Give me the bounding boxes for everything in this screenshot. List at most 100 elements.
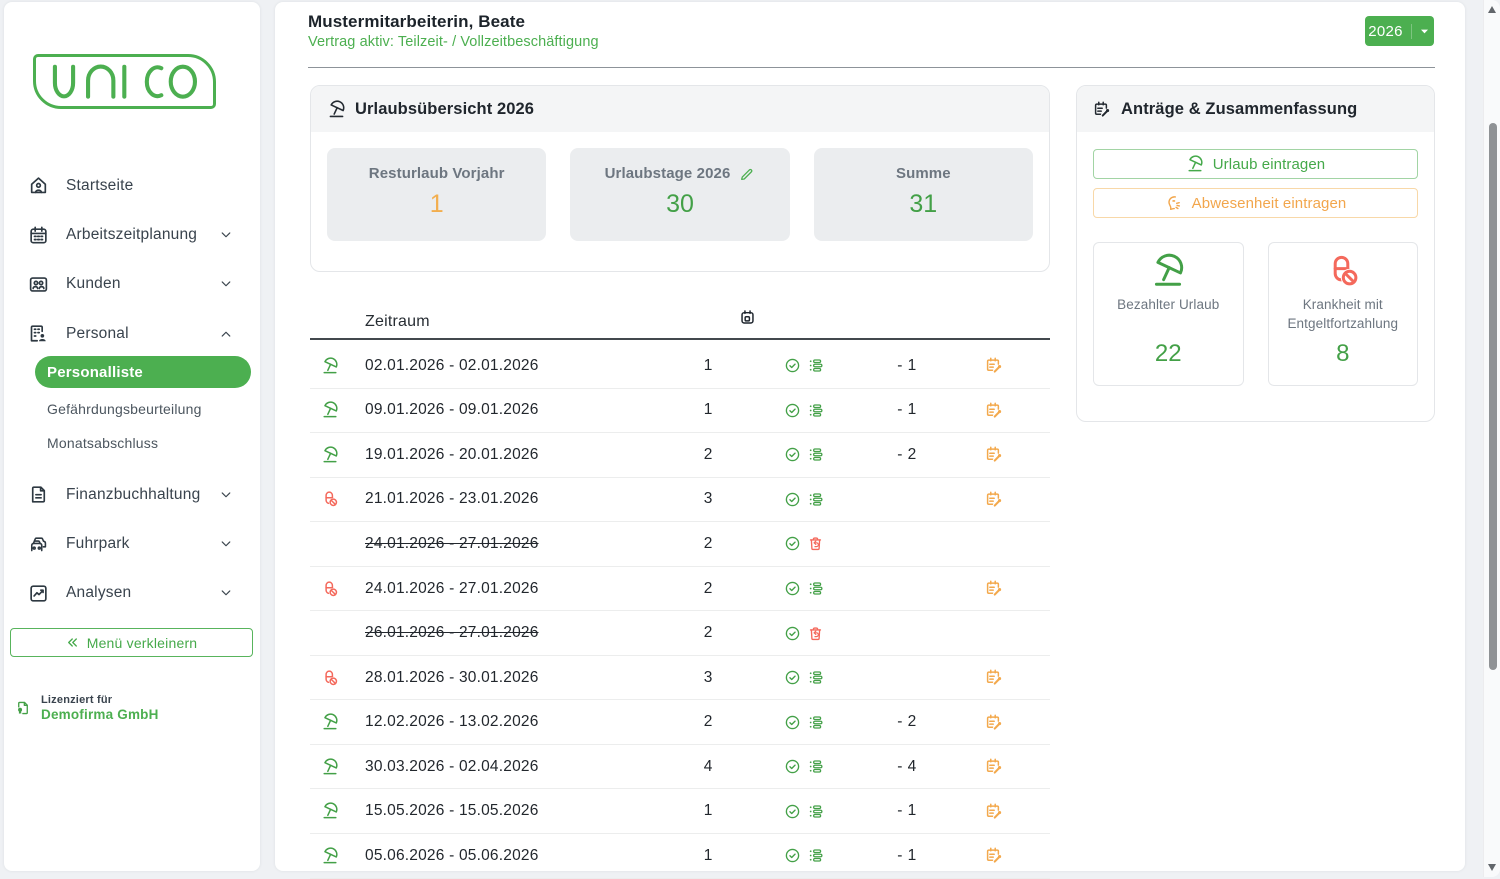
umbrella-icon: [321, 401, 339, 419]
trash-restore-icon[interactable]: [807, 625, 824, 642]
edit-entry-icon[interactable]: [985, 401, 1004, 420]
row-date-range: 05.06.2026 - 05.06.2026: [365, 847, 665, 865]
row-delta: - 2: [857, 713, 957, 731]
collapse-menu-button[interactable]: Menü verkleinern: [10, 628, 253, 657]
sick-icon: [1325, 253, 1361, 289]
summary-paid-vacation-label: Bezahlter Urlaub: [1117, 295, 1219, 314]
calendar-icon: [28, 225, 49, 246]
row-days: 2: [665, 535, 751, 553]
row-type-cell: [310, 758, 365, 776]
row-date-range: 26.01.2026 - 27.01.2026: [365, 624, 665, 642]
edit-entry-icon[interactable]: [985, 356, 1004, 375]
sidebar-item-fuhrpark[interactable]: Fuhrpark: [4, 519, 260, 568]
edit-entry-icon[interactable]: [985, 757, 1004, 776]
list-details-icon: [807, 402, 824, 419]
table-header: Zeitraum: [310, 300, 1050, 340]
row-date-range: 19.01.2026 - 20.01.2026: [365, 446, 665, 464]
trash-restore-icon[interactable]: [807, 535, 824, 552]
year-select[interactable]: 2026: [1365, 16, 1434, 46]
edit-entry-icon[interactable]: [985, 490, 1004, 509]
list-details-icon: [807, 357, 824, 374]
row-edit-cell: [957, 401, 1031, 420]
umbrella-icon: [321, 802, 339, 820]
umbrella-icon: [321, 847, 339, 865]
check-circle-icon: [784, 714, 801, 731]
license-company: Demofirma GmbH: [41, 707, 159, 722]
row-type-cell: [310, 802, 365, 820]
scrollbar-up-arrow[interactable]: [1488, 6, 1496, 13]
row-date-range: 30.03.2026 - 02.04.2026: [365, 758, 665, 776]
row-type-cell: [310, 446, 365, 464]
unico-logo: [33, 54, 216, 109]
clipboard-edit-icon: [1093, 100, 1112, 119]
year-select-divider: [1411, 24, 1412, 39]
scrollbar-down-arrow[interactable]: [1488, 864, 1496, 871]
row-days: 2: [665, 580, 751, 598]
check-circle-icon: [784, 402, 801, 419]
add-vacation-label: Urlaub eintragen: [1213, 156, 1326, 173]
add-absence-button[interactable]: Abwesenheit eintragen: [1093, 188, 1418, 218]
vacation-table: Zeitraum 02.01.2026 - 02.01.20261- 109.0…: [310, 300, 1050, 879]
sidebar-subitem-gef-hrdungsbeurteilung[interactable]: Gefährdungsbeurteilung: [4, 392, 260, 427]
staff-icon: [28, 323, 49, 344]
row-date-range: 02.01.2026 - 02.01.2026: [365, 357, 665, 375]
edit-entry-icon[interactable]: [985, 579, 1004, 598]
umbrella-icon: [327, 100, 346, 119]
year-value: 2026: [1368, 23, 1403, 40]
vacation-overview-title: Urlaubsübersicht 2026: [355, 100, 534, 119]
summary-sickness-label: Krankheit mit Entgeltfortzahlung: [1275, 295, 1412, 333]
double-chevron-left-icon: [66, 636, 79, 649]
row-status-cell: [751, 446, 857, 463]
row-days: 1: [665, 357, 751, 375]
row-type-cell: [310, 713, 365, 731]
edit-pencil-icon[interactable]: [739, 166, 755, 182]
row-type-cell: [310, 401, 365, 419]
sidebar-subitems: GefährdungsbeurteilungMonatsabschluss: [4, 392, 260, 461]
sick-icon: [321, 580, 339, 598]
add-vacation-button[interactable]: Urlaub eintragen: [1093, 149, 1418, 179]
row-delta: - 2: [857, 446, 957, 464]
row-edit-cell: [957, 668, 1031, 687]
edit-entry-icon[interactable]: [985, 713, 1004, 732]
header-divider: [308, 67, 1435, 68]
edit-entry-icon[interactable]: [985, 802, 1004, 821]
sidebar-item-startseite[interactable]: Startseite: [4, 161, 260, 210]
check-circle-icon: [784, 357, 801, 374]
edit-entry-icon[interactable]: [985, 846, 1004, 865]
sidebar-item-kunden[interactable]: Kunden: [4, 260, 260, 309]
row-date-range: 15.05.2026 - 15.05.2026: [365, 802, 665, 820]
requests-summary-title: Anträge & Zusammenfassung: [1121, 100, 1357, 119]
scrollbar-thumb[interactable]: [1489, 123, 1497, 670]
row-days: 1: [665, 847, 751, 865]
list-details-icon: [807, 847, 824, 864]
license-icon: [15, 700, 31, 716]
page-scrollbar[interactable]: [1483, 0, 1500, 877]
sidebar-nav-top: StartseiteArbeitszeitplanungKundenPerson…: [4, 161, 260, 359]
contract-status: Vertrag aktiv: Teilzeit- / Vollzeitbesch…: [308, 34, 599, 50]
sidebar-subitem-monatsabschluss[interactable]: Monatsabschluss: [4, 426, 260, 461]
row-status-cell: [751, 714, 857, 731]
license-label: Lizenziert für: [41, 694, 159, 706]
row-edit-cell: [957, 356, 1031, 375]
sidebar-item-arbeitszeitplanung[interactable]: Arbeitszeitplanung: [4, 210, 260, 259]
row-edit-cell: [957, 713, 1031, 732]
sidebar-subitem-personalliste[interactable]: Personalliste: [35, 356, 251, 388]
add-absence-label: Abwesenheit eintragen: [1192, 195, 1347, 212]
row-date-range: 24.01.2026 - 27.01.2026: [365, 535, 665, 553]
sidebar-nav-bottom: FinanzbuchhaltungFuhrparkAnalysen: [4, 470, 260, 618]
chevron-down-icon: [219, 586, 233, 600]
table-row: 28.01.2026 - 30.01.20263: [310, 656, 1050, 701]
edit-entry-icon[interactable]: [985, 445, 1004, 464]
summary-paid-vacation-value: 22: [1155, 340, 1182, 368]
check-circle-icon: [784, 625, 801, 642]
edit-entry-icon[interactable]: [985, 668, 1004, 687]
sidebar-item-personal[interactable]: Personal: [4, 309, 260, 358]
stat-resturlaub: Resturlaub Vorjahr 1: [327, 148, 546, 241]
sidebar-item-analysen[interactable]: Analysen: [4, 569, 260, 618]
sidebar-item-finanzbuchhaltung[interactable]: Finanzbuchhaltung: [4, 470, 260, 519]
analytics-icon: [28, 583, 49, 604]
table-row: 09.01.2026 - 09.01.20261- 1: [310, 389, 1050, 434]
calendar-day-icon: [739, 309, 756, 326]
table-row: 24.01.2026 - 27.01.20262: [310, 567, 1050, 612]
caret-down-icon: [1418, 25, 1431, 38]
